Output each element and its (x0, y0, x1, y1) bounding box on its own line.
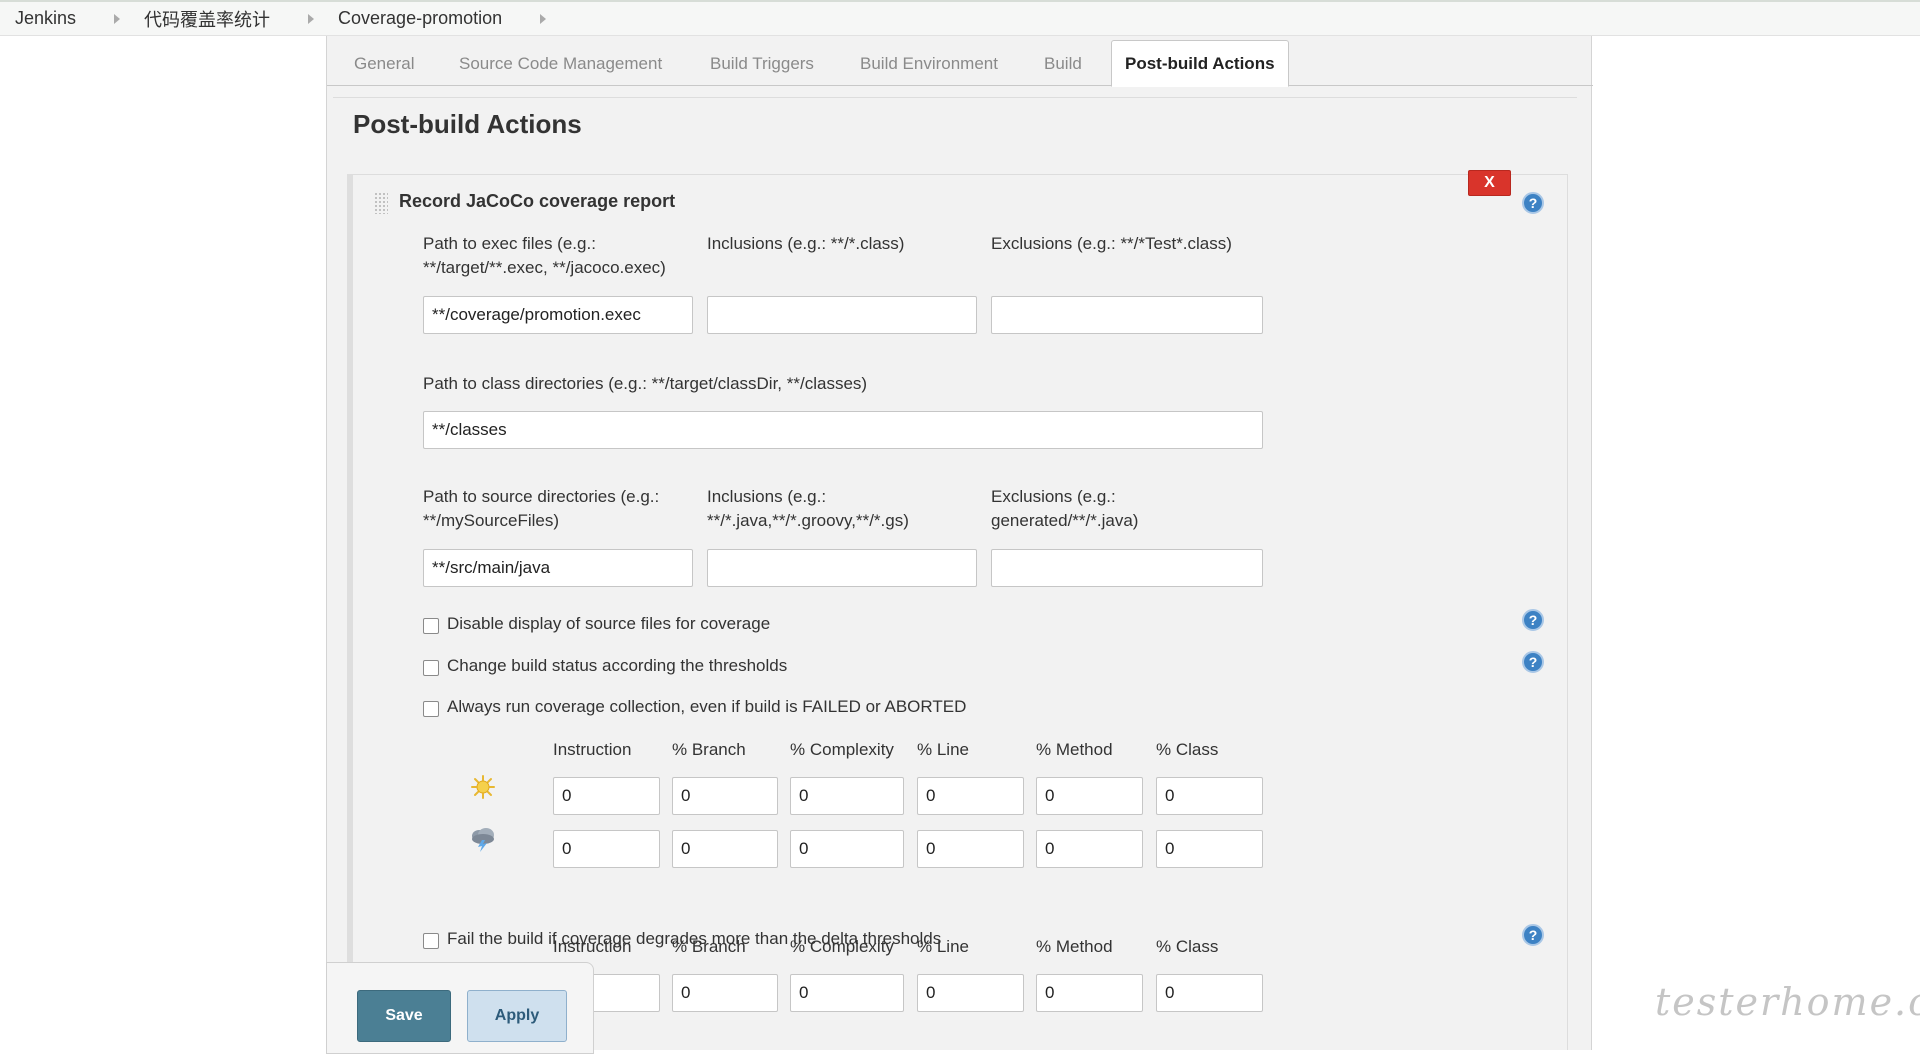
drag-handle-icon[interactable] (374, 192, 388, 214)
delta-header-line: % Line (917, 937, 969, 956)
apply-button[interactable]: Apply (467, 990, 567, 1042)
source-exclusions-label: Exclusions (e.g.: generated/**/*.java) (991, 485, 1138, 533)
header-class: % Class (1156, 740, 1219, 759)
healthy-class-input[interactable] (1156, 777, 1263, 815)
help-icon[interactable]: ? (1522, 924, 1544, 946)
config-tabs: General Source Code Management Build Tri… (327, 36, 1593, 87)
source-inclusions-label-line2: **/*.java,**/*.groovy,**/*.gs) (707, 511, 909, 530)
delta-method-input[interactable] (1036, 974, 1143, 1012)
exec-files-label: Path to exec files (e.g.: **/target/**.e… (423, 232, 666, 280)
chevron-right-icon[interactable] (308, 13, 315, 24)
healthy-branch-input[interactable] (672, 777, 778, 815)
exec-files-label-line2: **/target/**.exec, **/jacoco.exec) (423, 258, 666, 277)
unhealthy-complexity-input[interactable] (790, 830, 904, 868)
save-button[interactable]: Save (357, 990, 451, 1042)
divider (333, 97, 1577, 98)
chevron-right-icon[interactable] (114, 13, 121, 24)
source-exclusions-input[interactable] (991, 549, 1263, 587)
source-inclusions-label: Inclusions (e.g.: **/*.java,**/*.groovy,… (707, 485, 909, 533)
always-run-label: Always run coverage collection, even if … (447, 697, 967, 716)
delta-branch-input[interactable] (672, 974, 778, 1012)
section-title: Post-build Actions (353, 109, 582, 139)
exec-files-input[interactable] (423, 296, 693, 334)
delta-line-input[interactable] (917, 974, 1024, 1012)
exclusions-label: Exclusions (e.g.: **/*Test*.class) (991, 234, 1232, 253)
tab-general[interactable]: General (354, 54, 414, 74)
delta-header-branch: % Branch (672, 937, 746, 956)
source-dirs-label-line1: Path to source directories (e.g.: (423, 487, 660, 506)
healthy-method-input[interactable] (1036, 777, 1143, 815)
unhealthy-branch-input[interactable] (672, 830, 778, 868)
source-exclusions-label-line1: Exclusions (e.g.: (991, 487, 1116, 506)
watermark: testerhome.com (1655, 980, 1920, 1024)
unhealthy-line-input[interactable] (917, 830, 1024, 868)
unhealthy-method-input[interactable] (1036, 830, 1143, 868)
inclusions-label: Inclusions (e.g.: **/*.class) (707, 234, 905, 253)
source-dirs-input[interactable] (423, 549, 693, 587)
header-line: % Line (917, 740, 969, 759)
tab-source-code-management[interactable]: Source Code Management (459, 54, 662, 74)
disable-source-display-checkbox[interactable] (423, 618, 439, 634)
sun-icon (471, 775, 495, 799)
header-method: % Method (1036, 740, 1113, 759)
fail-on-delta-checkbox[interactable] (423, 933, 439, 949)
delta-header-instruction: Instruction (553, 937, 632, 956)
disable-source-display-label: Disable display of source files for cove… (447, 614, 771, 633)
change-build-status-checkbox[interactable] (423, 660, 439, 676)
class-dirs-label: Path to class directories (e.g.: **/targ… (423, 374, 868, 393)
delta-header-class: % Class (1156, 937, 1219, 956)
source-exclusions-label-line2: generated/**/*.java) (991, 511, 1139, 530)
help-icon[interactable]: ? (1522, 609, 1544, 631)
action-title: Record JaCoCo coverage report (399, 191, 676, 211)
change-build-status-label: Change build status according the thresh… (447, 656, 788, 675)
help-icon[interactable]: ? (1522, 651, 1544, 673)
exec-files-label-line1: Path to exec files (e.g.: (423, 234, 596, 253)
unhealthy-instruction-input[interactable] (553, 830, 660, 868)
help-icon[interactable]: ? (1522, 192, 1544, 214)
tab-build-triggers[interactable]: Build Triggers (710, 54, 814, 74)
header-branch: % Branch (672, 740, 746, 759)
tab-post-build-actions[interactable]: Post-build Actions (1111, 40, 1289, 87)
chevron-right-icon[interactable] (540, 13, 547, 24)
delta-class-input[interactable] (1156, 974, 1263, 1012)
breadcrumb: Jenkins 代码覆盖率统计 Coverage-promotion (0, 0, 1920, 36)
tab-build[interactable]: Build (1044, 54, 1082, 74)
header-complexity: % Complexity (790, 740, 894, 759)
breadcrumb-item-jenkins[interactable]: Jenkins (15, 8, 76, 29)
healthy-instruction-input[interactable] (553, 777, 660, 815)
exclusions-input[interactable] (991, 296, 1263, 334)
source-dirs-label: Path to source directories (e.g.: **/myS… (423, 485, 659, 533)
tab-build-environment[interactable]: Build Environment (860, 54, 998, 74)
always-run-checkbox[interactable] (423, 701, 439, 717)
source-inclusions-label-line1: Inclusions (e.g.: (707, 487, 827, 506)
source-dirs-label-line2: **/mySourceFiles) (423, 511, 560, 530)
header-instruction: Instruction (553, 740, 632, 759)
healthy-line-input[interactable] (917, 777, 1024, 815)
delta-complexity-input[interactable] (790, 974, 904, 1012)
breadcrumb-item-folder[interactable]: 代码覆盖率统计 (144, 6, 270, 32)
unhealthy-class-input[interactable] (1156, 830, 1263, 868)
delta-header-complexity: % Complexity (790, 937, 894, 956)
delta-header-method: % Method (1036, 937, 1113, 956)
inclusions-input[interactable] (707, 296, 977, 334)
config-panel: General Source Code Management Build Tri… (326, 36, 1593, 1050)
source-inclusions-input[interactable] (707, 549, 977, 587)
class-dirs-input[interactable] (423, 411, 1263, 449)
delete-action-button[interactable]: X (1468, 170, 1511, 196)
breadcrumb-item-job[interactable]: Coverage-promotion (338, 8, 502, 29)
storm-cloud-icon (472, 828, 494, 852)
healthy-complexity-input[interactable] (790, 777, 904, 815)
